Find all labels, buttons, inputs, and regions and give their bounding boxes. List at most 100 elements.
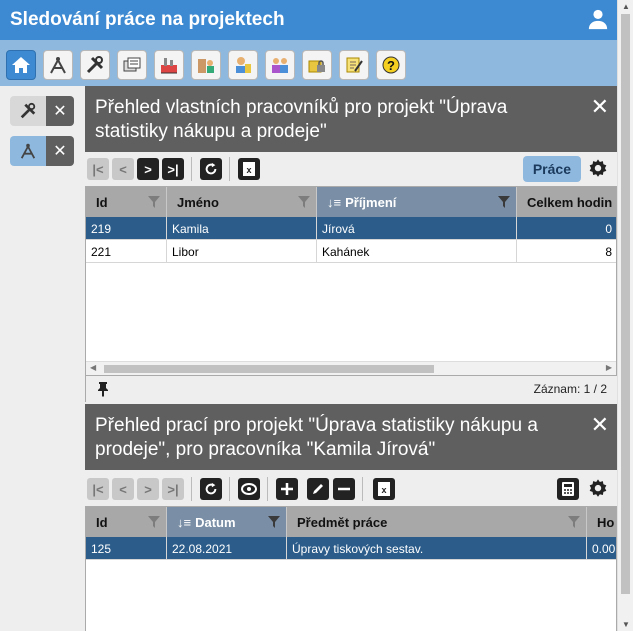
excel-icon: x — [378, 482, 390, 496]
help-button[interactable]: ? — [376, 50, 406, 80]
pin-icon[interactable] — [96, 381, 110, 397]
first-page-button[interactable]: |< — [87, 478, 109, 500]
home-icon — [12, 57, 30, 73]
workers-grid-footer: Záznam: 1 / 2 — [85, 376, 617, 402]
sort-descending-icon: ↓≡ — [177, 515, 192, 530]
works-panel-title: Přehled prací pro projekt "Úprava statis… — [95, 415, 538, 460]
scrollbar-thumb[interactable] — [104, 365, 434, 373]
export-excel-button[interactable]: x — [238, 158, 260, 180]
close-panel-button[interactable]: ✕ — [591, 96, 609, 118]
last-page-button[interactable]: >| — [162, 158, 184, 180]
works-panel-header: Přehled prací pro projekt "Úprava statis… — [85, 404, 617, 470]
filter-icon[interactable] — [498, 196, 510, 208]
tools-icon[interactable] — [10, 96, 46, 126]
documents-button[interactable] — [117, 50, 147, 80]
toolbar-separator — [267, 477, 268, 501]
column-header-id[interactable]: Id — [86, 187, 167, 217]
table-row[interactable]: 221 Libor Kahánek 8 — [86, 240, 616, 263]
filter-icon[interactable] — [148, 196, 160, 208]
lock-folder-button[interactable] — [302, 50, 332, 80]
refresh-button[interactable] — [200, 478, 222, 500]
gear-icon[interactable] — [587, 158, 609, 180]
worker-button[interactable] — [228, 50, 258, 80]
team-icon — [272, 58, 288, 73]
documents-icon — [123, 57, 141, 72]
factory-button[interactable] — [154, 50, 184, 80]
toolbar-separator — [191, 477, 192, 501]
toolbar-separator — [229, 477, 230, 501]
side-tab-tools[interactable]: ✕ — [10, 96, 74, 126]
notes-button[interactable] — [339, 50, 369, 80]
filter-icon[interactable] — [568, 516, 580, 528]
company-people-button[interactable] — [191, 50, 221, 80]
projects-button[interactable] — [43, 50, 73, 80]
grid-header: Id Jméno ↓≡ Příjmení Celkem hodin — [86, 187, 616, 217]
refresh-button[interactable] — [200, 158, 222, 180]
prace-button[interactable]: Práce — [522, 156, 581, 182]
gear-icon[interactable] — [587, 478, 609, 500]
compass-icon — [50, 57, 66, 74]
eye-icon — [241, 483, 257, 495]
workers-panel-title: Přehled vlastních pracovníků pro projekt… — [95, 97, 508, 142]
page-scrollbar[interactable]: ▲ ▼ — [617, 0, 633, 631]
grid-horizontal-scrollbar[interactable]: ◀ ▶ — [86, 361, 616, 375]
toolbar-separator — [191, 157, 192, 181]
tools-button[interactable] — [80, 50, 110, 80]
delete-button[interactable] — [333, 478, 355, 500]
column-header-celkem-hodin[interactable]: Celkem hodin — [517, 187, 616, 217]
scroll-right-icon[interactable]: ▶ — [606, 363, 612, 372]
compass-icon[interactable] — [10, 136, 46, 166]
sort-ascending-icon: ↓≡ — [327, 195, 342, 210]
building-people-icon — [198, 59, 214, 73]
table-row[interactable]: 125 22.08.2021 Úpravy tiskových sestav. … — [86, 537, 616, 560]
works-grid: Id ↓≡ Datum Předmět práce Ho 125 22.08.20… — [85, 506, 617, 631]
scrollbar-thumb[interactable] — [621, 14, 630, 594]
scroll-down-icon[interactable]: ▼ — [622, 620, 630, 629]
column-header-prijmeni[interactable]: ↓≡ Příjmení — [317, 187, 517, 217]
prev-page-button[interactable]: < — [112, 478, 134, 500]
prev-page-button[interactable]: < — [112, 158, 134, 180]
pencil-icon — [313, 484, 323, 494]
first-page-button[interactable]: |< — [87, 158, 109, 180]
workers-grid: Id Jméno ↓≡ Příjmení Celkem hodin 219 Kam… — [85, 186, 617, 376]
table-row[interactable]: 219 Kamila Jírová 0 — [86, 217, 616, 240]
scroll-left-icon[interactable]: ◀ — [90, 363, 96, 372]
factory-icon — [161, 58, 177, 74]
column-header-predmet-prace[interactable]: Předmět práce — [287, 507, 587, 537]
filter-icon[interactable] — [268, 516, 280, 528]
refresh-icon — [205, 162, 217, 175]
column-header-jmeno[interactable]: Jméno — [167, 187, 317, 217]
scroll-up-icon[interactable]: ▲ — [622, 2, 630, 11]
column-header-datum[interactable]: ↓≡ Datum — [167, 507, 287, 537]
next-page-button[interactable]: > — [137, 478, 159, 500]
lock-folder-icon — [308, 60, 325, 73]
close-panel-button[interactable]: ✕ — [591, 414, 609, 436]
last-page-button[interactable]: >| — [162, 478, 184, 500]
works-grid-toolbar: |< < > >| x — [85, 472, 617, 506]
minus-icon — [338, 487, 350, 491]
next-page-button[interactable]: > — [137, 158, 159, 180]
user-icon[interactable] — [587, 8, 609, 30]
filter-icon[interactable] — [148, 516, 160, 528]
note-edit-icon — [346, 57, 363, 73]
export-excel-button[interactable]: x — [373, 478, 395, 500]
svg-text:?: ? — [387, 58, 395, 73]
svg-text:x: x — [246, 165, 251, 175]
toolbar-separator — [362, 477, 363, 501]
column-header-id[interactable]: Id — [86, 507, 167, 537]
add-button[interactable] — [276, 478, 298, 500]
refresh-icon — [205, 482, 217, 495]
team-button[interactable] — [265, 50, 295, 80]
edit-button[interactable] — [307, 478, 329, 500]
view-button[interactable] — [238, 478, 260, 500]
home-button[interactable] — [6, 50, 36, 80]
close-tab-button[interactable]: ✕ — [46, 136, 74, 166]
side-tab-project[interactable]: ✕ — [10, 136, 74, 166]
filter-icon[interactable] — [298, 196, 310, 208]
calculator-button[interactable] — [557, 478, 579, 500]
column-header-hodin[interactable]: Ho — [587, 507, 616, 537]
grid-header: Id ↓≡ Datum Předmět práce Ho — [86, 507, 616, 537]
close-tab-button[interactable]: ✕ — [46, 96, 74, 126]
record-count: Záznam: 1 / 2 — [533, 382, 607, 396]
toolbar-separator — [229, 157, 230, 181]
